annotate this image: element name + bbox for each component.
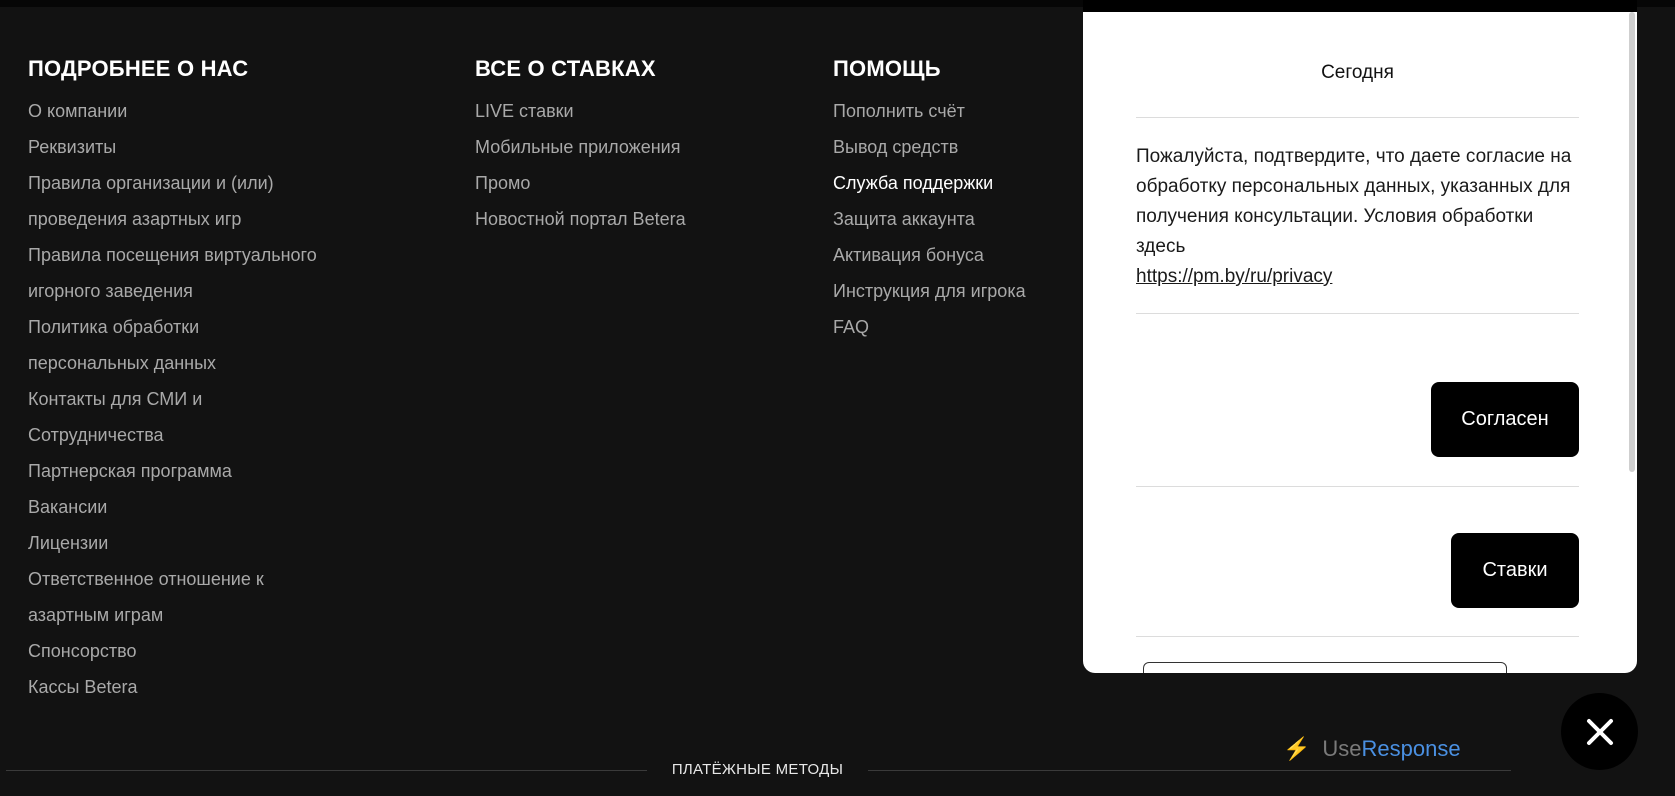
close-icon [1586, 718, 1613, 745]
footer-link[interactable]: Промо [475, 165, 686, 201]
chat-separator [1136, 636, 1579, 637]
footer-link[interactable]: Ответственное отношение к [28, 561, 317, 597]
footer-links-list: О компании Реквизиты Правила организации… [28, 93, 317, 705]
divider-line [6, 770, 647, 771]
footer-link[interactable]: игорного заведения [28, 273, 317, 309]
footer-links-list: Пополнить счёт Вывод средств Служба подд… [833, 93, 1026, 345]
footer-link[interactable]: Правила посещения виртуального [28, 237, 317, 273]
lightning-icon: ⚡ [1283, 736, 1311, 761]
divider-line [868, 770, 1511, 771]
footer-column-help: ПОМОЩЬ Пополнить счёт Вывод средств Служ… [833, 55, 1026, 345]
footer-link[interactable]: Сотрудничества [28, 417, 317, 453]
chat-separator [1136, 313, 1579, 314]
footer-column-title: ПОДРОБНЕЕ О НАС [28, 56, 249, 81]
bets-button[interactable]: Ставки [1451, 533, 1579, 608]
chat-input-card[interactable] [1143, 662, 1507, 673]
footer-link[interactable]: Пополнить счёт [833, 93, 1026, 129]
chat-separator [1136, 117, 1579, 118]
footer-link[interactable]: Партнерская программа [28, 453, 317, 489]
brand-use-text: Use [1322, 736, 1362, 761]
footer-link[interactable]: Лицензии [28, 525, 317, 561]
footer-link[interactable]: Вакансии [28, 489, 317, 525]
footer-link[interactable]: Контакты для СМИ и [28, 381, 317, 417]
chat-date-label: Сегодня [1321, 62, 1394, 83]
footer-link[interactable]: Мобильные приложения [475, 129, 686, 165]
footer-link[interactable]: О компании [28, 93, 317, 129]
footer-column-title: ПОМОЩЬ [833, 56, 941, 81]
chat-message: Пожалуйста, подтвердите, что даете согла… [1136, 142, 1579, 292]
agree-button[interactable]: Согласен [1431, 382, 1579, 457]
footer-link[interactable]: Реквизиты [28, 129, 317, 165]
chat-panel: Сегодня Пожалуйста, подтвердите, что дае… [1083, 12, 1637, 673]
brand-response-text: Response [1361, 736, 1461, 761]
chat-scrollbar[interactable] [1629, 12, 1635, 472]
footer-column-title: ВСЕ О СТАВКАХ [475, 56, 656, 81]
footer-link[interactable]: Кассы Betera [28, 669, 317, 705]
footer-link[interactable]: персональных данных [28, 345, 317, 381]
footer-link[interactable]: Новостной портал Betera [475, 201, 686, 237]
footer-column-bets: ВСЕ О СТАВКАХ LIVE ставки Мобильные прил… [475, 55, 686, 237]
privacy-link[interactable]: https://pm.by/ru/privacy [1136, 266, 1332, 287]
footer-column-about: ПОДРОБНЕЕ О НАС О компании Реквизиты Пра… [28, 55, 317, 705]
footer-link[interactable]: FAQ [833, 309, 1026, 345]
footer-link-support[interactable]: Служба поддержки [833, 165, 1026, 201]
footer-link[interactable]: LIVE ставки [475, 93, 686, 129]
useresponse-brand[interactable]: ⚡ Use Response [1283, 736, 1461, 762]
footer-link[interactable]: Вывод средств [833, 129, 1026, 165]
footer-link[interactable]: Политика обработки [28, 309, 317, 345]
footer-link[interactable]: Защита аккаунта [833, 201, 1026, 237]
footer-link[interactable]: проведения азартных игр [28, 201, 317, 237]
footer-links-list: LIVE ставки Мобильные приложения Промо Н… [475, 93, 686, 237]
chat-message-text: Пожалуйста, подтвердите, что даете согла… [1136, 146, 1572, 257]
chat-separator [1136, 486, 1579, 487]
footer-link[interactable]: Активация бонуса [833, 237, 1026, 273]
footer-link[interactable]: Правила организации и (или) [28, 165, 317, 201]
close-chat-button[interactable] [1561, 693, 1638, 770]
payment-methods-title: ПЛАТЁЖНЫЕ МЕТОДЫ [671, 761, 844, 778]
footer-link[interactable]: Спонсорство [28, 633, 317, 669]
footer-link[interactable]: Инструкция для игрока [833, 273, 1026, 309]
footer-link[interactable]: азартным играм [28, 597, 317, 633]
